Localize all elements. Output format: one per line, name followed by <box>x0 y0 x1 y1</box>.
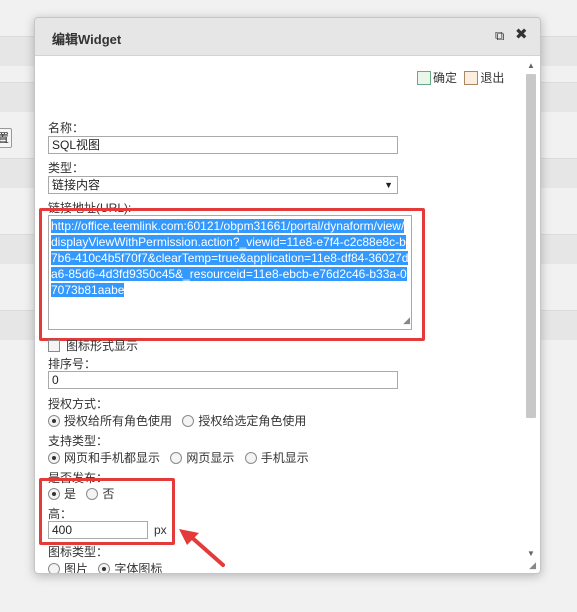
auth-option-selected: 授权给选定角色使用 <box>198 414 307 428</box>
support-radio-mobile[interactable] <box>244 452 257 464</box>
support-radio-web[interactable] <box>170 452 183 464</box>
url-highlight-box <box>39 208 425 341</box>
confirm-label: 确定 <box>433 71 458 85</box>
support-option-web: 网页显示 <box>186 451 235 465</box>
background-button[interactable]: 置 <box>0 128 12 148</box>
icon-display-label: 图标形式显示 <box>66 339 139 353</box>
icon-type-label: 图标类型： <box>48 545 109 559</box>
auth-label: 授权方式： <box>48 397 109 411</box>
scroll-thumb[interactable] <box>526 74 536 418</box>
dialog-scrollbar[interactable]: ▲ ▼ <box>525 60 537 560</box>
close-icon[interactable]: ✖ <box>515 27 528 42</box>
icon-type-radio-font[interactable] <box>98 563 111 573</box>
support-option-both: 网页和手机都显示 <box>64 451 161 465</box>
chevron-down-icon: ▼ <box>384 180 393 190</box>
confirm-button[interactable]: 确定 <box>417 69 457 86</box>
dialog-toolbar: 确定 退出 <box>413 69 504 86</box>
support-options: 网页和手机都显示 网页显示 手机显示 <box>48 449 316 466</box>
icon-type-option-image: 图片 <box>64 562 89 573</box>
dialog-titlebar[interactable]: 编辑Widget ⧉ ✖ <box>35 18 540 56</box>
auth-options: 授权给所有角色使用 授权给选定角色使用 <box>48 412 313 429</box>
support-radio-both[interactable] <box>48 452 60 464</box>
scroll-down-icon[interactable]: ▼ <box>525 548 537 560</box>
icon-display-row: 图标形式显示 <box>48 337 138 354</box>
type-select-value: 链接内容 <box>52 178 101 192</box>
scroll-up-icon[interactable]: ▲ <box>525 60 537 72</box>
icon-type-options: 图片 字体图标 <box>48 560 169 573</box>
exit-label: 退出 <box>480 71 505 85</box>
edit-widget-dialog: 编辑Widget ⧉ ✖ 确定 退出 名称： SQL视图 类型： 链接内容 ▼ … <box>34 17 541 574</box>
icon-type-option-font: 字体图标 <box>114 562 163 573</box>
type-select[interactable]: 链接内容 ▼ <box>48 176 398 194</box>
support-option-mobile: 手机显示 <box>260 451 309 465</box>
icon-display-checkbox[interactable] <box>48 340 60 352</box>
dialog-title: 编辑Widget <box>52 32 122 47</box>
name-label: 名称： <box>48 121 85 135</box>
auth-option-all: 授权给所有角色使用 <box>64 414 173 428</box>
popout-icon[interactable]: ⧉ <box>495 29 504 43</box>
order-input[interactable]: 0 <box>48 371 398 389</box>
annotation-arrow-icon <box>179 529 225 567</box>
dialog-resize-grip-icon[interactable]: ◢ <box>529 560 536 571</box>
auth-radio-all[interactable] <box>48 415 60 427</box>
dialog-body: 确定 退出 名称： SQL视图 类型： 链接内容 ▼ 链接地址(URL): ht… <box>35 57 525 573</box>
name-input[interactable]: SQL视图 <box>48 136 398 154</box>
support-label: 支持类型： <box>48 434 109 448</box>
order-label: 排序号： <box>48 357 97 371</box>
confirm-icon <box>417 71 431 85</box>
auth-radio-selected[interactable] <box>182 415 195 427</box>
exit-icon <box>464 71 479 85</box>
icon-type-radio-image[interactable] <box>48 563 60 573</box>
type-label: 类型： <box>48 161 85 175</box>
height-highlight-box <box>39 478 175 545</box>
exit-button[interactable]: 退出 <box>464 69 504 86</box>
